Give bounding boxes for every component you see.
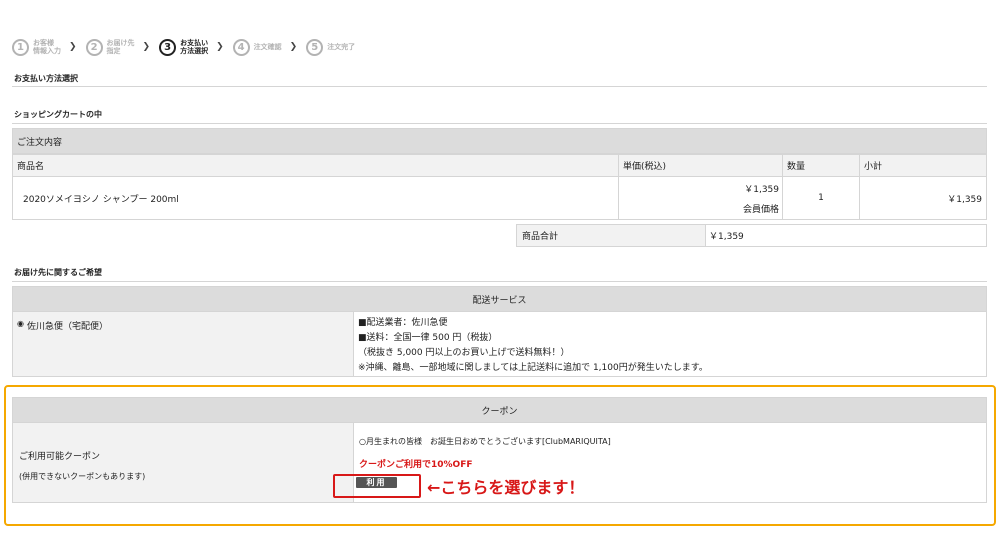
delivery-detail-line: ■配送業者：佐川急便 bbox=[358, 318, 448, 328]
divider bbox=[12, 86, 987, 87]
step-number: 5 bbox=[306, 38, 324, 56]
step-number: 3 bbox=[159, 38, 177, 56]
step-label: お支払い 方法選択 bbox=[180, 39, 209, 55]
delivery-option-label: 佐川急便（宅配便） bbox=[26, 322, 108, 332]
cart-header: ご注文内容 bbox=[12, 128, 987, 154]
coupon-option[interactable]: ○月生まれの皆様 お誕生日おめでとうございます[ClubMARIQUITA] bbox=[359, 436, 611, 447]
divider bbox=[12, 281, 987, 282]
coupon-note: (併用できないクーポンもあります) bbox=[19, 472, 146, 481]
chevron-right-icon: ❯ bbox=[142, 42, 151, 52]
col-product-name: 商品名 bbox=[12, 154, 619, 177]
total-value-cell: ￥1,359 bbox=[705, 224, 987, 247]
step-number: 4 bbox=[232, 38, 250, 56]
step-number: 1 bbox=[12, 38, 29, 56]
quantity: 1 bbox=[818, 193, 824, 203]
delivery-details: ■配送業者：佐川急便 ■送料：全国一律 500 円（税抜） （税抜き 5,000… bbox=[353, 311, 987, 377]
step-2: 2 お届け先 指定 ❯ bbox=[85, 38, 160, 56]
delivery-detail-line: ■送料：全国一律 500 円（税抜） bbox=[358, 333, 498, 343]
step-4: 4 注文確認 ❯ bbox=[232, 38, 307, 56]
delivery-title: お届け先に関するご希望 bbox=[14, 268, 102, 277]
annotation-highlight-box bbox=[333, 474, 421, 498]
subtotal-cell: ￥1,359 bbox=[859, 176, 987, 220]
product-name: 2020ソメイヨシノ シャンプー 200ml bbox=[23, 194, 179, 205]
step-label: 注文確認 bbox=[253, 43, 282, 51]
unit-price: ￥1,359 bbox=[744, 185, 779, 195]
coupon-header-label: クーポン bbox=[481, 406, 518, 417]
col-label: 小計 bbox=[864, 162, 883, 172]
subtotal: ￥1,359 bbox=[947, 194, 982, 205]
delivery-option-cell[interactable]: ◉ 佐川急便（宅配便） bbox=[12, 311, 354, 377]
step-label: お客様 情報入力 bbox=[33, 39, 61, 55]
page-title: お支払い方法選択 bbox=[14, 74, 78, 83]
qty-cell: 1 bbox=[782, 176, 860, 220]
member-price-label: 会員価格 bbox=[742, 205, 779, 215]
delivery-header: 配送サービス bbox=[12, 286, 987, 312]
chevron-right-icon: ❯ bbox=[289, 42, 298, 52]
coupon-discount-text: クーポンご利用で10%OFF bbox=[359, 460, 473, 470]
radio-selected-icon[interactable]: ◉ bbox=[17, 319, 24, 328]
total-label: 商品合計 bbox=[522, 232, 559, 242]
coupon-label: ご利用可能クーポン bbox=[19, 452, 101, 462]
coupon-header: クーポン bbox=[12, 397, 987, 423]
unit-price-cell: ￥1,359 会員価格 bbox=[618, 176, 783, 220]
table-row: 2020ソメイヨシノ シャンプー 200ml bbox=[12, 176, 619, 220]
step-label: 注文完了 bbox=[327, 43, 356, 51]
chevron-right-icon: ❯ bbox=[216, 42, 224, 52]
col-subtotal: 小計 bbox=[859, 154, 987, 177]
divider bbox=[12, 123, 987, 124]
checkout-steps: 1 お客様 情報入力 ❯ 2 お届け先 指定 ❯ 3 お支払い 方法選択 ❯ 4… bbox=[12, 38, 355, 56]
col-label: 商品名 bbox=[17, 162, 45, 172]
col-unit-price: 単価(税込) bbox=[618, 154, 783, 177]
cart-title: ショッピングカートの中 bbox=[14, 110, 102, 119]
delivery-detail-line: ※沖縄、離島、一部地域に関しましては上記送料に追加で 1,100円が発生いたしま… bbox=[358, 363, 708, 373]
delivery-detail-line: （税抜き 5,000 円以上のお買い上げで送料無料！） bbox=[358, 348, 570, 358]
chevron-right-icon: ❯ bbox=[69, 42, 77, 52]
annotation-text: ←こちらを選びます！ bbox=[427, 478, 585, 497]
step-1: 1 お客様 情報入力 ❯ bbox=[12, 38, 86, 56]
step-3: 3 お支払い 方法選択 ❯ bbox=[159, 38, 233, 56]
total-label-cell: 商品合計 bbox=[516, 224, 706, 247]
step-5: 5 注文完了 bbox=[306, 38, 356, 56]
total-value: ￥1,359 bbox=[709, 232, 744, 242]
col-qty: 数量 bbox=[782, 154, 860, 177]
coupon-label-cell: ご利用可能クーポン (併用できないクーポンもあります) bbox=[12, 422, 354, 503]
step-label: お届け先 指定 bbox=[106, 39, 135, 55]
delivery-header-label: 配送サービス bbox=[472, 295, 527, 306]
step-number: 2 bbox=[85, 38, 103, 56]
col-label: 単価(税込) bbox=[623, 162, 667, 172]
cart-header-label: ご注文内容 bbox=[17, 137, 63, 148]
col-label: 数量 bbox=[787, 162, 806, 172]
